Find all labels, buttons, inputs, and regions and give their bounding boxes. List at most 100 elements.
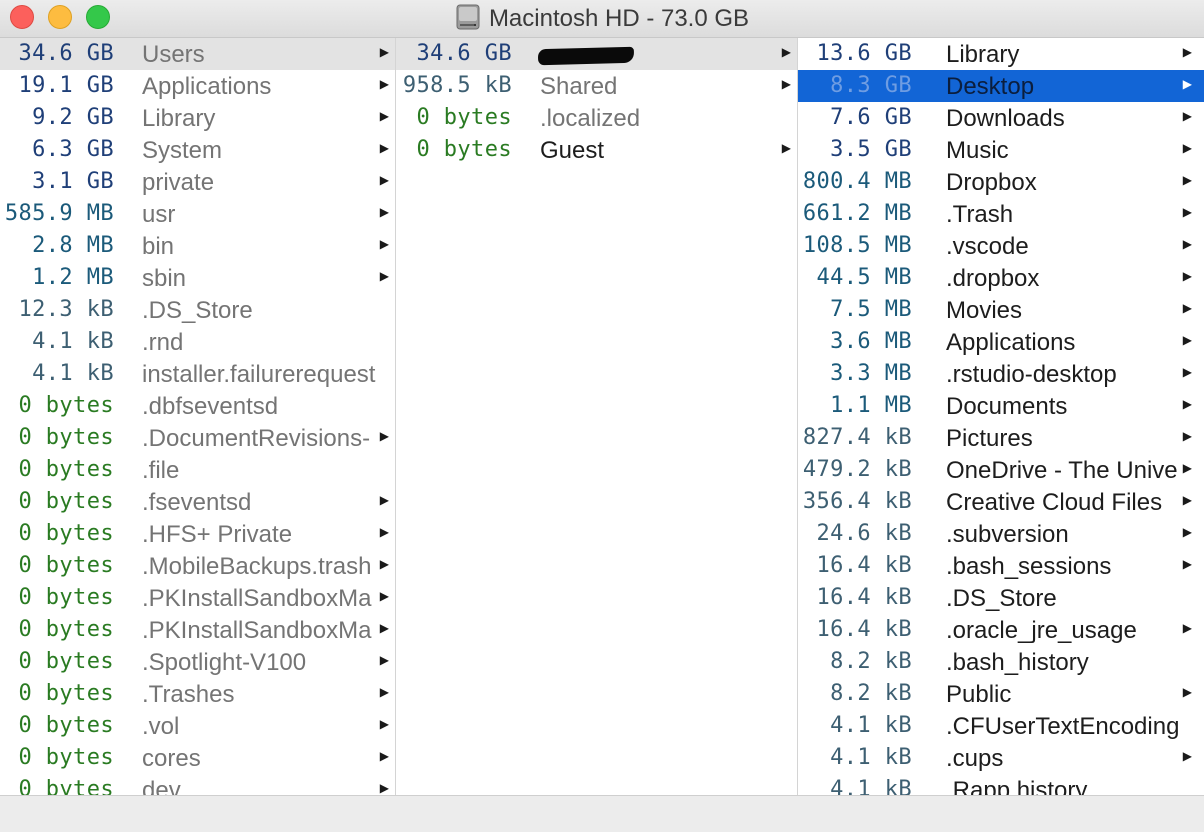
disclosure-triangle-icon[interactable]: ▶ — [1183, 494, 1192, 506]
list-item[interactable]: 0 bytes .localized — [396, 102, 797, 134]
disclosure-triangle-icon[interactable]: ▶ — [1183, 334, 1192, 346]
list-item[interactable]: 3.6 MB Applications ▶ — [798, 326, 1204, 358]
disclosure-triangle-icon[interactable]: ▶ — [1183, 558, 1192, 570]
disclosure-triangle-icon[interactable]: ▶ — [1183, 462, 1192, 474]
list-item[interactable]: 7.6 GB Downloads ▶ — [798, 102, 1204, 134]
disclosure-triangle-icon[interactable]: ▶ — [1183, 142, 1192, 154]
list-item[interactable]: 1.1 MB Documents ▶ — [798, 390, 1204, 422]
list-item[interactable]: 6.3 GB System ▶ — [0, 134, 395, 166]
disclosure-triangle-icon[interactable]: ▶ — [380, 206, 389, 218]
list-item[interactable]: 0 bytes .vol ▶ — [0, 710, 395, 742]
list-item[interactable]: 0 bytes .Trashes ▶ — [0, 678, 395, 710]
disclosure-triangle-icon[interactable]: ▶ — [380, 590, 389, 602]
disclosure-triangle-icon[interactable]: ▶ — [380, 782, 389, 794]
disclosure-triangle-icon[interactable]: ▶ — [1183, 174, 1192, 186]
disclosure-triangle-icon[interactable]: ▶ — [1183, 302, 1192, 314]
list-item[interactable]: 108.5 MB .vscode ▶ — [798, 230, 1204, 262]
disclosure-triangle-icon[interactable]: ▶ — [380, 558, 389, 570]
disclosure-triangle-icon[interactable]: ▶ — [1183, 238, 1192, 250]
list-item[interactable]: 34.6 GB ▶ — [396, 38, 797, 70]
disclosure-triangle-icon[interactable]: ▶ — [380, 526, 389, 538]
list-item[interactable]: 958.5 kB Shared ▶ — [396, 70, 797, 102]
list-item[interactable]: 12.3 kB .DS_Store — [0, 294, 395, 326]
list-item[interactable]: 479.2 kB OneDrive - The Unive ▶ — [798, 454, 1204, 486]
list-item[interactable]: 9.2 GB Library ▶ — [0, 102, 395, 134]
disclosure-triangle-icon[interactable]: ▶ — [1183, 206, 1192, 218]
item-name: Movies — [946, 297, 1023, 324]
disclosure-triangle-icon[interactable]: ▶ — [1183, 686, 1192, 698]
list-item[interactable]: 0 bytes .dbfseventsd — [0, 390, 395, 422]
column-user-home[interactable]: 13.6 GB Library ▶ 8.3 GB Desktop ▶ 7.6 GB Downl… — [798, 38, 1204, 795]
column-users[interactable]: 34.6 GB ▶ 958.5 kB Shared ▶ 0 bytes .localized… — [396, 38, 798, 795]
list-item[interactable]: 0 bytes .HFS+ Private ▶ — [0, 518, 395, 550]
list-item[interactable]: 1.2 MB sbin ▶ — [0, 262, 395, 294]
disclosure-triangle-icon[interactable]: ▶ — [380, 654, 389, 666]
list-item[interactable]: 4.1 kB installer.failurerequest — [0, 358, 395, 390]
disclosure-triangle-icon[interactable]: ▶ — [1183, 46, 1192, 58]
list-item[interactable]: 0 bytes .fseventsd ▶ — [0, 486, 395, 518]
list-item[interactable]: 8.2 kB .bash_history — [798, 646, 1204, 678]
list-item[interactable]: 0 bytes Guest ▶ — [396, 134, 797, 166]
disclosure-triangle-icon[interactable]: ▶ — [1183, 110, 1192, 122]
disclosure-triangle-icon[interactable]: ▶ — [1183, 366, 1192, 378]
list-item[interactable]: 0 bytes .PKInstallSandboxMa ▶ — [0, 614, 395, 646]
list-item[interactable]: 16.4 kB .oracle_jre_usage ▶ — [798, 614, 1204, 646]
list-item[interactable]: 0 bytes .MobileBackups.trash ▶ — [0, 550, 395, 582]
disclosure-triangle-icon[interactable]: ▶ — [1183, 430, 1192, 442]
list-item[interactable]: 7.5 MB Movies ▶ — [798, 294, 1204, 326]
list-item[interactable]: 16.4 kB .bash_sessions ▶ — [798, 550, 1204, 582]
list-item[interactable]: 4.1 kB .Rapp.history — [798, 774, 1204, 795]
list-item[interactable]: 8.2 kB Public ▶ — [798, 678, 1204, 710]
list-item[interactable]: 2.8 MB bin ▶ — [0, 230, 395, 262]
disclosure-triangle-icon[interactable]: ▶ — [380, 494, 389, 506]
list-item[interactable]: 800.4 MB Dropbox ▶ — [798, 166, 1204, 198]
disclosure-triangle-icon[interactable]: ▶ — [782, 142, 791, 154]
disclosure-triangle-icon[interactable]: ▶ — [380, 110, 389, 122]
list-item[interactable]: 19.1 GB Applications ▶ — [0, 70, 395, 102]
disclosure-triangle-icon[interactable]: ▶ — [380, 238, 389, 250]
list-item[interactable]: 4.1 kB .CFUserTextEncoding — [798, 710, 1204, 742]
list-item[interactable]: 13.6 GB Library ▶ — [798, 38, 1204, 70]
disclosure-triangle-icon[interactable]: ▶ — [380, 750, 389, 762]
list-item[interactable]: 3.3 MB .rstudio-desktop ▶ — [798, 358, 1204, 390]
disclosure-triangle-icon[interactable]: ▶ — [782, 46, 791, 58]
disclosure-triangle-icon[interactable]: ▶ — [1183, 78, 1192, 90]
list-item[interactable]: 3.1 GB private ▶ — [0, 166, 395, 198]
list-item[interactable]: 0 bytes dev ▶ — [0, 774, 395, 795]
list-item[interactable]: 0 bytes .DocumentRevisions- ▶ — [0, 422, 395, 454]
list-item[interactable]: 16.4 kB .DS_Store — [798, 582, 1204, 614]
disclosure-triangle-icon[interactable]: ▶ — [380, 46, 389, 58]
list-item[interactable]: 8.3 GB Desktop ▶ — [798, 70, 1204, 102]
list-item[interactable]: 3.5 GB Music ▶ — [798, 134, 1204, 166]
list-item[interactable]: 4.1 kB .rnd — [0, 326, 395, 358]
list-item[interactable]: 0 bytes .PKInstallSandboxMa ▶ — [0, 582, 395, 614]
disclosure-triangle-icon[interactable]: ▶ — [380, 270, 389, 282]
disclosure-triangle-icon[interactable]: ▶ — [1183, 622, 1192, 634]
list-item[interactable]: 34.6 GB Users ▶ — [0, 38, 395, 70]
disclosure-triangle-icon[interactable]: ▶ — [380, 174, 389, 186]
disclosure-triangle-icon[interactable]: ▶ — [782, 78, 791, 90]
list-item[interactable]: 661.2 MB .Trash ▶ — [798, 198, 1204, 230]
list-item[interactable]: 24.6 kB .subversion ▶ — [798, 518, 1204, 550]
disclosure-triangle-icon[interactable]: ▶ — [1183, 750, 1192, 762]
disclosure-triangle-icon[interactable]: ▶ — [380, 430, 389, 442]
list-item[interactable]: 356.4 kB Creative Cloud Files ▶ — [798, 486, 1204, 518]
list-item[interactable]: 4.1 kB .cups ▶ — [798, 742, 1204, 774]
item-size: 2.8 MB — [32, 233, 114, 258]
disclosure-triangle-icon[interactable]: ▶ — [1183, 398, 1192, 410]
disclosure-triangle-icon[interactable]: ▶ — [380, 622, 389, 634]
disclosure-triangle-icon[interactable]: ▶ — [380, 718, 389, 730]
disclosure-triangle-icon[interactable]: ▶ — [1183, 526, 1192, 538]
list-item[interactable]: 585.9 MB usr ▶ — [0, 198, 395, 230]
disclosure-triangle-icon[interactable]: ▶ — [380, 78, 389, 90]
list-item[interactable]: 827.4 kB Pictures ▶ — [798, 422, 1204, 454]
disclosure-triangle-icon[interactable]: ▶ — [380, 686, 389, 698]
column-root[interactable]: 34.6 GB Users ▶ 19.1 GB Applications ▶ 9.2 GB L… — [0, 38, 396, 795]
list-item[interactable]: 0 bytes .Spotlight-V100 ▶ — [0, 646, 395, 678]
disclosure-triangle-icon[interactable]: ▶ — [380, 142, 389, 154]
disclosure-triangle-icon[interactable]: ▶ — [1183, 270, 1192, 282]
list-item[interactable]: 0 bytes .file — [0, 454, 395, 486]
list-item[interactable]: 0 bytes cores ▶ — [0, 742, 395, 774]
list-item[interactable]: 44.5 MB .dropbox ▶ — [798, 262, 1204, 294]
item-name: Shared — [540, 73, 618, 100]
